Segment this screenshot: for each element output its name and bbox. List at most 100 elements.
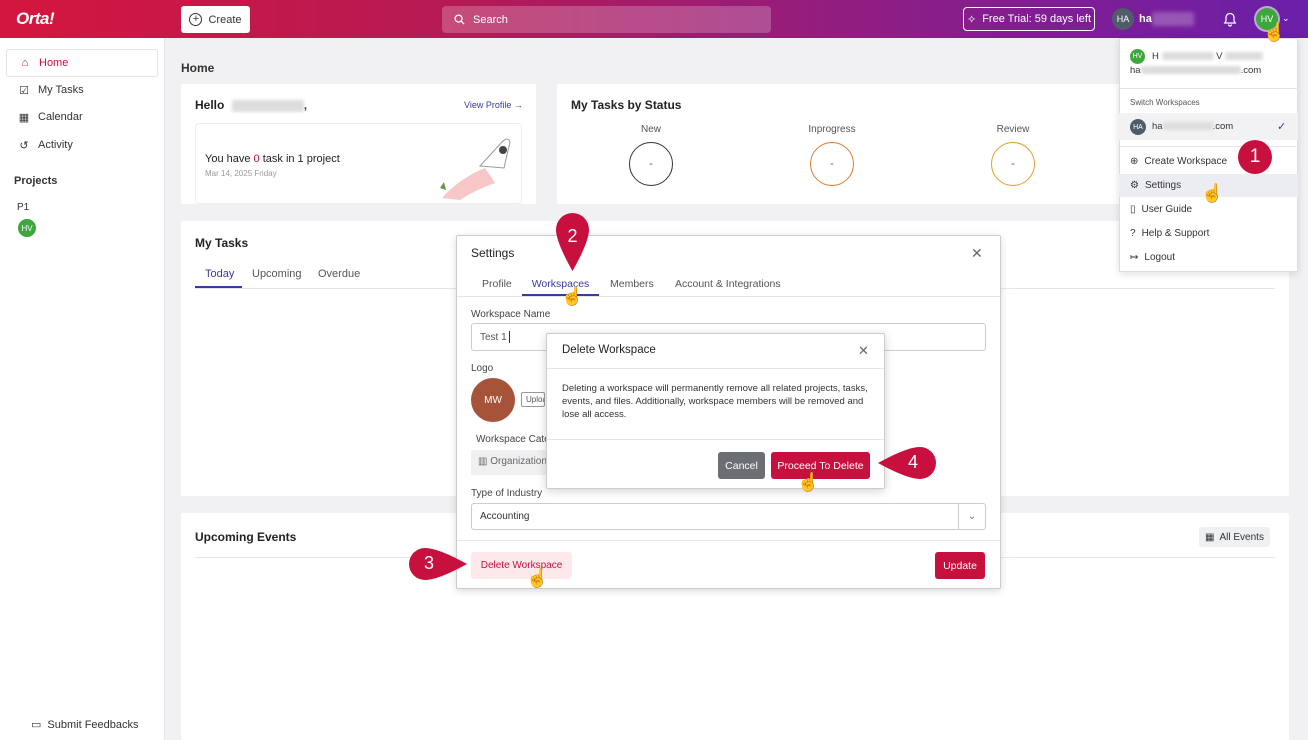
menu-avatar: HV bbox=[1130, 49, 1145, 64]
dialog-divider bbox=[547, 368, 884, 369]
user-name-start: H bbox=[1152, 51, 1159, 62]
tab-members[interactable]: Members bbox=[610, 278, 654, 290]
hand-cursor-icon: ☝ bbox=[561, 286, 584, 306]
hello-heading: Hello , bbox=[195, 98, 307, 112]
check-icon: ✓ bbox=[1277, 121, 1287, 133]
blurred-text bbox=[1162, 122, 1213, 131]
create-button[interactable]: + Create bbox=[181, 6, 250, 33]
status-label-inprogress: Inprogress bbox=[808, 124, 856, 135]
checkbox-icon: ☑ bbox=[19, 84, 29, 97]
feedback-label: Submit Feedbacks bbox=[47, 718, 139, 731]
sidebar-item-label: Home bbox=[39, 57, 69, 69]
industry-select[interactable]: Accounting bbox=[471, 503, 986, 530]
menu-item-logout[interactable]: ↦ Logout bbox=[1130, 252, 1175, 263]
step-badge-4: 4 bbox=[907, 452, 918, 472]
all-events-label: All Events bbox=[1219, 531, 1264, 543]
hello-text: Hello bbox=[195, 98, 225, 112]
dialog-divider bbox=[547, 439, 884, 440]
switch-workspaces-label: Switch Workspaces bbox=[1130, 98, 1200, 107]
blurred-text bbox=[1161, 52, 1214, 61]
settings-footer-divider bbox=[457, 540, 1000, 541]
trial-label: Free Trial: 59 days left bbox=[982, 13, 1092, 25]
sidebar-item-my-tasks[interactable]: ☑ My Tasks bbox=[6, 76, 158, 104]
status-label-new: New bbox=[640, 124, 661, 135]
status-title: My Tasks by Status bbox=[571, 98, 682, 112]
hand-cursor-icon: ☝ bbox=[526, 568, 549, 588]
delete-workspace-button[interactable]: Delete Workspace bbox=[471, 552, 572, 579]
sidebar-item-home[interactable]: ⌂ Home bbox=[6, 49, 158, 77]
help-icon: ? bbox=[1130, 228, 1136, 239]
workspace-logo: MW bbox=[471, 378, 515, 422]
menu-item-create-workspace[interactable]: ⊕ Create Workspace bbox=[1130, 156, 1227, 167]
menu-item-label: Logout bbox=[1144, 252, 1175, 263]
tab-overdue[interactable]: Overdue bbox=[318, 268, 360, 280]
submit-feedback-button[interactable]: ▭ Submit Feedbacks bbox=[31, 718, 139, 732]
delete-dialog-title: Delete Workspace bbox=[562, 344, 656, 356]
bell-icon[interactable] bbox=[1223, 12, 1237, 30]
all-events-button[interactable]: ▦ All Events bbox=[1199, 527, 1270, 547]
menu-divider bbox=[1119, 146, 1298, 147]
blurred-text bbox=[1140, 66, 1241, 75]
search-input[interactable]: Search bbox=[442, 6, 771, 33]
proceed-to-delete-button[interactable]: Proceed To Delete bbox=[771, 452, 870, 479]
chevron-down-icon[interactable]: ⌄ bbox=[958, 504, 985, 529]
text-cursor bbox=[508, 331, 510, 343]
task-text-pre: You have bbox=[205, 153, 254, 165]
app-logo[interactable]: Orta! bbox=[16, 9, 55, 29]
rocket-illustration bbox=[440, 138, 511, 200]
tab-today[interactable]: Today bbox=[195, 262, 242, 288]
close-icon[interactable]: ✕ bbox=[858, 343, 869, 359]
workspace-option-label: ha .com bbox=[1152, 121, 1233, 132]
sidebar-item-label: Activity bbox=[38, 139, 73, 151]
blurred-text bbox=[1225, 52, 1264, 61]
sidebar-item-activity[interactable]: ↺ Activity bbox=[6, 131, 158, 159]
hand-cursor-icon: ☝ bbox=[1201, 183, 1224, 203]
category-value: Organization bbox=[490, 456, 546, 467]
my-tasks-title: My Tasks bbox=[195, 236, 249, 250]
workspace-name-label: Workspace Name bbox=[471, 309, 551, 320]
user-name-mid: V bbox=[1216, 51, 1223, 62]
update-button[interactable]: Update bbox=[935, 552, 985, 579]
sidebar-item-label: My Tasks bbox=[38, 84, 84, 96]
view-profile-link[interactable]: View Profile → bbox=[464, 100, 523, 110]
tab-upcoming[interactable]: Upcoming bbox=[252, 268, 302, 280]
calendar-icon: ▦ bbox=[1205, 531, 1215, 543]
sidebar-item-calendar[interactable]: ▦ Calendar bbox=[6, 103, 158, 131]
status-ring-inprogress: - bbox=[810, 142, 854, 186]
cancel-button[interactable]: Cancel bbox=[718, 452, 765, 479]
menu-item-help-support[interactable]: ? Help & Support bbox=[1130, 228, 1209, 239]
industry-value: Accounting bbox=[480, 511, 530, 522]
menu-item-label: User Guide bbox=[1141, 204, 1193, 215]
sparkle-icon: ✧ bbox=[966, 13, 977, 26]
free-trial-button[interactable]: ✧ Free Trial: 59 days left bbox=[963, 7, 1095, 31]
close-icon[interactable]: ✕ bbox=[971, 245, 983, 262]
workspace-name[interactable]: ha bbox=[1139, 13, 1152, 25]
page-title: Home bbox=[181, 61, 215, 75]
tab-account-integrations[interactable]: Account & Integrations bbox=[675, 278, 781, 290]
project-item-p1[interactable]: P1 bbox=[17, 202, 29, 213]
upload-button[interactable]: Upload bbox=[521, 392, 545, 407]
book-icon: ▯ bbox=[1130, 204, 1136, 215]
category-select[interactable]: ▥ Organization bbox=[471, 450, 546, 475]
plus-circle-icon: ⊕ bbox=[1130, 156, 1139, 167]
plus-icon: + bbox=[189, 13, 203, 26]
logo-label: Logo bbox=[471, 363, 494, 374]
message-icon: ▭ bbox=[31, 719, 42, 731]
sidebar-item-label: Calendar bbox=[38, 111, 83, 123]
hello-comma: , bbox=[303, 98, 308, 112]
status-ring-new: - bbox=[629, 142, 673, 186]
industry-label: Type of Industry bbox=[471, 488, 543, 499]
tab-profile[interactable]: Profile bbox=[482, 278, 512, 290]
delete-dialog-message: Deleting a workspace will permanently re… bbox=[562, 383, 868, 420]
menu-item-settings[interactable]: ⚙ Settings bbox=[1130, 180, 1181, 191]
project-avatar[interactable]: HV bbox=[18, 219, 36, 237]
search-placeholder: Search bbox=[473, 13, 508, 26]
logout-icon: ↦ bbox=[1130, 252, 1139, 263]
workspace-avatar[interactable]: HA bbox=[1112, 8, 1134, 30]
menu-divider bbox=[1119, 88, 1298, 89]
status-ring-review: - bbox=[991, 142, 1035, 186]
settings-title: Settings bbox=[471, 246, 515, 260]
menu-item-user-guide[interactable]: ▯ User Guide bbox=[1130, 204, 1192, 215]
menu-item-label: Settings bbox=[1144, 180, 1182, 191]
history-icon: ↺ bbox=[19, 139, 29, 152]
